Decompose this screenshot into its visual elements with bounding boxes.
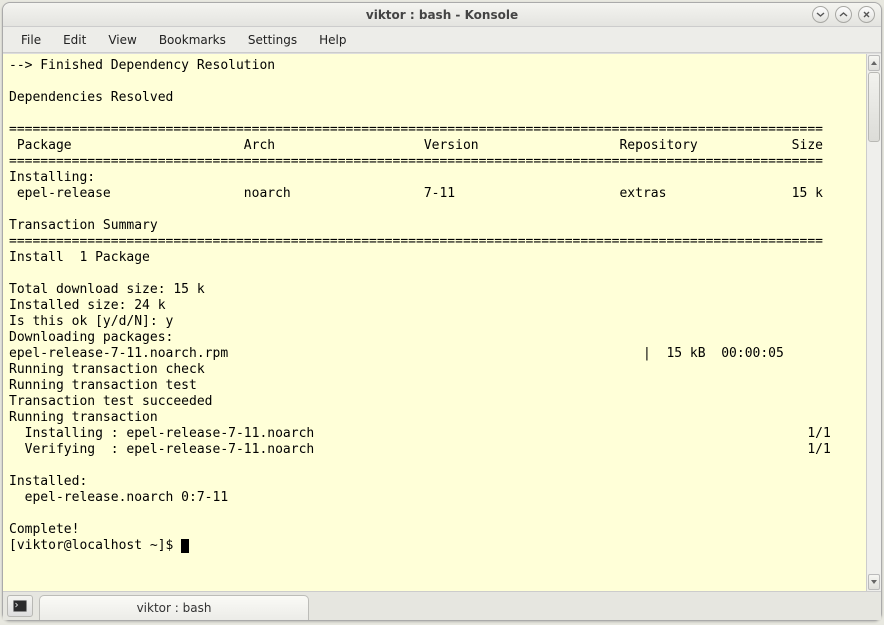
terminal-cursor — [181, 539, 189, 553]
terminal-line: Package Arch Version Repository Size — [9, 138, 823, 153]
menubar: File Edit View Bookmarks Settings Help — [3, 27, 881, 53]
terminal-prompt: [viktor@localhost ~]$ — [9, 538, 181, 553]
terminal-line: Running transaction test — [9, 378, 197, 393]
chevron-down-icon — [816, 10, 825, 19]
terminal-line: Installed: — [9, 474, 87, 489]
terminal-line: epel-release noarch 7-11 extras 15 k — [9, 186, 823, 201]
menu-file[interactable]: File — [11, 30, 51, 50]
menu-edit[interactable]: Edit — [53, 30, 96, 50]
terminal-line: epel-release-7-11.noarch.rpm | 15 kB 00:… — [9, 346, 784, 361]
scroll-down-button[interactable] — [868, 574, 880, 590]
menu-view[interactable]: View — [98, 30, 146, 50]
menu-bookmarks[interactable]: Bookmarks — [149, 30, 236, 50]
terminal-line: Install 1 Package — [9, 250, 150, 265]
terminal-line: Downloading packages: — [9, 330, 173, 345]
konsole-window: viktor : bash - Konsole File Edit View B… — [2, 2, 882, 621]
new-tab-button[interactable] — [7, 595, 33, 617]
terminal-line: Complete! — [9, 522, 79, 537]
close-icon — [862, 10, 871, 19]
tab-active[interactable]: viktor : bash — [39, 595, 309, 620]
terminal-line: Total download size: 15 k — [9, 282, 205, 297]
maximize-button[interactable] — [835, 6, 852, 23]
window-title: viktor : bash - Konsole — [3, 8, 881, 22]
terminal-line: --> Finished Dependency Resolution — [9, 58, 275, 73]
terminal-line: Transaction test succeeded — [9, 394, 213, 409]
terminal-line: Running transaction — [9, 410, 158, 425]
minimize-button[interactable] — [812, 6, 829, 23]
tab-label: viktor : bash — [137, 601, 212, 615]
terminal-area: --> Finished Dependency Resolution Depen… — [3, 53, 881, 591]
terminal-line: Installing : epel-release-7-11.noarch 1/… — [9, 426, 831, 441]
terminal-line: Installed size: 24 k — [9, 298, 166, 313]
window-buttons — [812, 6, 875, 23]
terminal-line: Is this ok [y/d/N]: y — [9, 314, 173, 329]
terminal-line: ========================================… — [9, 122, 823, 137]
terminal-line: ========================================… — [9, 154, 823, 169]
tabbar: viktor : bash — [3, 591, 881, 620]
scrollbar[interactable] — [866, 54, 881, 591]
titlebar: viktor : bash - Konsole — [3, 3, 881, 27]
scrollbar-thumb[interactable] — [868, 72, 880, 142]
terminal-line: ========================================… — [9, 234, 823, 249]
terminal-line: epel-release.noarch 0:7-11 — [9, 490, 228, 505]
terminal[interactable]: --> Finished Dependency Resolution Depen… — [3, 54, 866, 591]
terminal-line: Transaction Summary — [9, 218, 158, 233]
terminal-line: Running transaction check — [9, 362, 205, 377]
terminal-line: Installing: — [9, 170, 95, 185]
terminal-line: Verifying : epel-release-7-11.noarch 1/1 — [9, 442, 831, 457]
terminal-line: Dependencies Resolved — [9, 90, 173, 105]
terminal-icon — [13, 600, 27, 612]
close-button[interactable] — [858, 6, 875, 23]
menu-help[interactable]: Help — [309, 30, 356, 50]
chevron-up-icon — [839, 10, 848, 19]
scrollbar-track[interactable] — [867, 72, 881, 573]
scroll-up-button[interactable] — [868, 55, 880, 71]
triangle-down-icon — [870, 579, 878, 585]
triangle-up-icon — [870, 60, 878, 66]
menu-settings[interactable]: Settings — [238, 30, 307, 50]
